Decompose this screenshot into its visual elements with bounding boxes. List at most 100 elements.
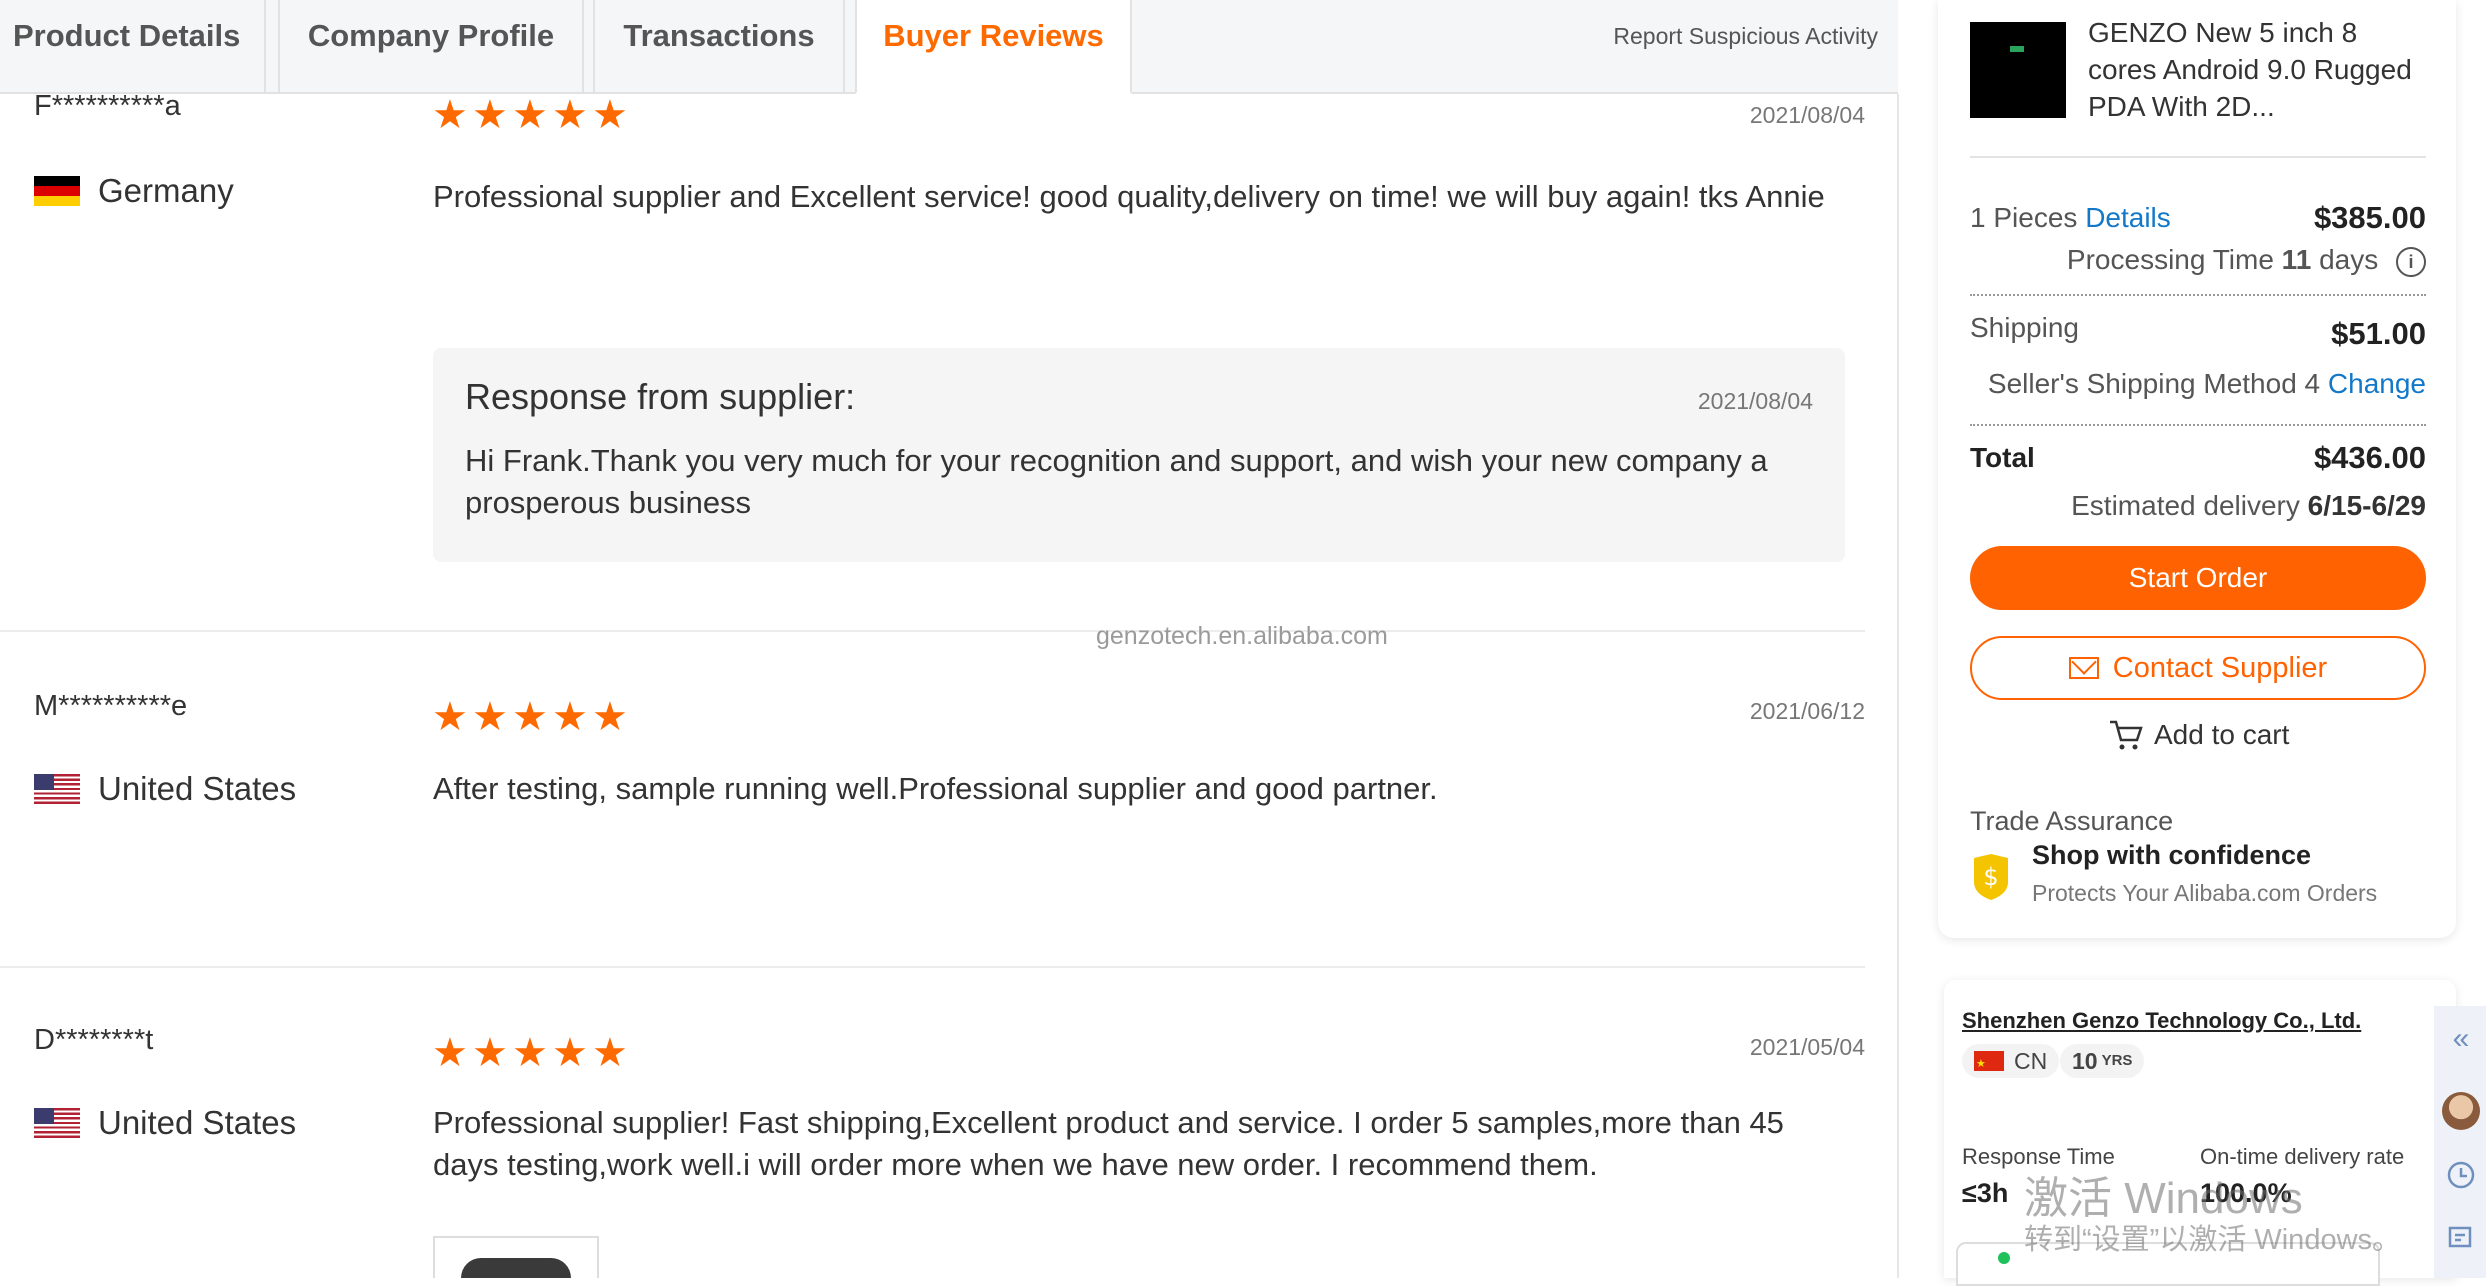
years-unit: YRS	[2101, 1052, 2133, 1069]
info-icon[interactable]: i	[2396, 246, 2426, 277]
country-label: Germany	[98, 172, 234, 209]
windows-activation-hint: 转到“设置”以激活 Windows。	[2024, 1224, 2402, 1256]
star-icon: ★	[512, 94, 548, 137]
add-to-cart-button[interactable]: Add to cart	[2108, 718, 2289, 752]
review-item: M**********e United States ★ ★ ★ ★ ★ 202…	[0, 632, 1865, 968]
review-date: 2021/06/12	[1749, 698, 1865, 724]
trade-assurance-shield-icon: $	[1974, 854, 2008, 900]
response-title: Response from supplier:	[465, 376, 856, 417]
shipping-label: Shipping	[1970, 312, 2079, 343]
collapse-icon[interactable]: «	[2446, 1024, 2476, 1054]
divider	[1970, 156, 2426, 158]
tab-company-profile[interactable]: Company Profile	[278, 0, 584, 92]
review-photo-thumbnail[interactable]	[433, 1236, 599, 1278]
details-link[interactable]: Details	[2085, 202, 2171, 233]
response-date: 2021/08/04	[1697, 388, 1813, 414]
shipping-method: Seller's Shipping Method 4 Change	[1988, 368, 2426, 400]
report-suspicious-link[interactable]: Report Suspicious Activity	[1613, 0, 1878, 72]
us-flag-icon	[34, 1108, 80, 1138]
buyer-name: F**********a	[34, 94, 181, 122]
review-text: Professional supplier! Fast shipping,Exc…	[433, 1105, 1784, 1182]
country-label: United States	[98, 1104, 297, 1141]
star-icon: ★	[432, 94, 468, 137]
unit-price: $385.00	[2313, 200, 2426, 235]
contact-supplier-button[interactable]: Contact Supplier	[1970, 636, 2426, 700]
star-icon: ★	[472, 695, 508, 739]
rating-stars: ★ ★ ★ ★ ★	[432, 695, 628, 739]
processing-days: 11	[2281, 244, 2312, 275]
divider	[1970, 294, 2426, 296]
shipping-method-label: Seller's Shipping Method 4	[1987, 368, 2321, 399]
star-icon: ★	[512, 695, 548, 739]
tab-buyer-reviews[interactable]: Buyer Reviews	[855, 0, 1132, 94]
order-panel: GENZO New 5 inch 8 cores Android 9.0 Rug…	[1938, 0, 2456, 938]
star-icon: ★	[552, 94, 588, 137]
product-thumbnail[interactable]	[1970, 22, 2066, 118]
avatar[interactable]	[2442, 1092, 2480, 1130]
star-icon: ★	[592, 695, 628, 739]
tab-bar: Product Details Company Profile Transact…	[0, 0, 1898, 94]
review-item: D********t United States ★ ★ ★ ★ ★ 2021/…	[0, 968, 1865, 1278]
svg-text:$: $	[1983, 863, 1998, 891]
star-icon: ★	[432, 695, 468, 739]
star-icon: ★	[552, 1031, 588, 1075]
star-icon: ★	[472, 94, 508, 137]
history-clock-icon[interactable]	[2446, 1160, 2476, 1190]
shipping-price: $51.00	[2331, 316, 2426, 351]
side-toolbar: «	[2434, 1006, 2486, 1278]
cart-icon	[2110, 720, 2143, 750]
years-badge: 10 YRS	[2060, 1044, 2145, 1078]
processing-label: Processing Time	[2066, 244, 2274, 275]
add-to-cart-label: Add to cart	[2154, 719, 2290, 750]
supplier-response: Response from supplier: 2021/08/04 Hi Fr…	[433, 348, 1845, 562]
country-badge: CN	[1962, 1044, 2060, 1081]
country-label: United States	[98, 770, 297, 807]
buyer-country: Germany	[34, 172, 234, 210]
buyer-name: D********t	[34, 1024, 154, 1056]
company-name-link[interactable]: Shenzhen Genzo Technology Co., Ltd.	[1962, 1008, 2361, 1034]
star-icon: ★	[552, 695, 588, 739]
review-text: After testing, sample running well.Profe…	[433, 771, 1438, 806]
star-icon: ★	[432, 1031, 468, 1075]
feedback-icon[interactable]	[2446, 1224, 2476, 1254]
review-item: F**********a Germany ★ ★ ★ ★ ★ 2021/08/0…	[0, 94, 1865, 632]
years-value: 10	[2072, 1048, 2098, 1074]
reviews-list: F**********a Germany ★ ★ ★ ★ ★ 2021/08/0…	[0, 94, 1899, 1278]
trade-assurance-label: Trade Assurance	[1970, 806, 2174, 836]
processing-unit: days	[2319, 244, 2379, 275]
total-label: Total	[1970, 442, 2035, 473]
estimated-delivery: Estimated delivery 6/15-6/29	[2071, 490, 2426, 522]
star-icon: ★	[472, 1031, 508, 1075]
contact-supplier-label: Contact Supplier	[2112, 651, 2328, 684]
delivery-label: Estimated delivery	[2071, 490, 2300, 521]
germany-flag-icon	[34, 176, 80, 206]
protects-orders-text[interactable]: Protects Your Alibaba.com Orders	[2032, 880, 2377, 907]
china-flag-icon	[1974, 1047, 2004, 1081]
buyer-name: M**********e	[34, 690, 188, 722]
start-order-button[interactable]: Start Order	[1970, 546, 2426, 610]
pieces-label: 1 Pieces	[1970, 202, 2078, 233]
buyer-country: United States	[34, 1104, 296, 1142]
processing-time: Processing Time 11 days i	[2067, 244, 2426, 277]
pieces-row: 1 Pieces Details	[1970, 202, 2171, 234]
divider	[1970, 424, 2426, 426]
shop-confidence-text: Shop with confidence	[2032, 840, 2312, 870]
buyer-country: United States	[34, 770, 296, 808]
tab-product-details[interactable]: Product Details	[0, 0, 266, 92]
tab-transactions[interactable]: Transactions	[593, 0, 845, 92]
rating-stars: ★ ★ ★ ★ ★	[432, 1031, 628, 1075]
review-text: Professional supplier and Excellent serv…	[433, 179, 1825, 214]
change-shipping-link[interactable]: Change	[2328, 368, 2426, 399]
product-title[interactable]: GENZO New 5 inch 8 cores Android 9.0 Rug…	[2088, 14, 2428, 125]
rating-stars: ★ ★ ★ ★ ★	[432, 94, 628, 137]
us-flag-icon	[34, 774, 80, 804]
review-date: 2021/08/04	[1749, 102, 1865, 128]
country-code: CN	[2014, 1048, 2048, 1074]
response-time-value: ≤3h	[1962, 1178, 2009, 1208]
mail-icon	[2068, 657, 2099, 679]
online-dot-icon	[1998, 1252, 2010, 1264]
star-icon: ★	[592, 1031, 628, 1075]
star-icon: ★	[592, 94, 628, 137]
response-text: Hi Frank.Thank you very much for your re…	[465, 443, 1768, 520]
delivery-range: 6/15-6/29	[2307, 490, 2426, 521]
